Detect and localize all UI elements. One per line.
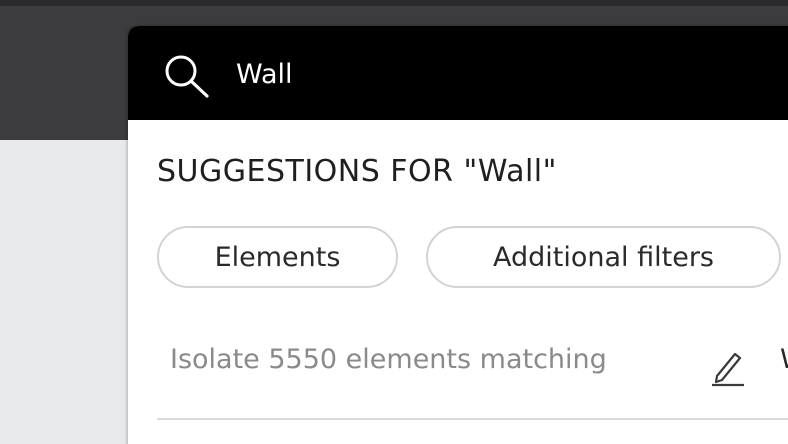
pencil-icon[interactable] bbox=[708, 344, 748, 388]
chip-label: Elements bbox=[214, 241, 341, 273]
app-background-pane bbox=[0, 140, 130, 444]
search-icon[interactable] bbox=[162, 52, 214, 98]
isolate-elements-suggestion[interactable]: Isolate 5550 elements matching bbox=[170, 344, 607, 375]
search-input[interactable] bbox=[236, 54, 756, 94]
app-top-strip bbox=[0, 0, 788, 6]
elements-filter-chip[interactable]: Elements bbox=[157, 226, 398, 288]
chip-label: Additional filters bbox=[493, 241, 714, 273]
truncated-query-text: W bbox=[780, 344, 788, 375]
search-panel: SUGGESTIONS FOR "Wall" Elements Addition… bbox=[128, 26, 788, 444]
divider bbox=[157, 418, 788, 420]
search-bar bbox=[128, 26, 788, 120]
additional-filters-chip[interactable]: Additional filters bbox=[426, 226, 781, 288]
suggestions-heading: SUGGESTIONS FOR "Wall" bbox=[157, 154, 557, 189]
